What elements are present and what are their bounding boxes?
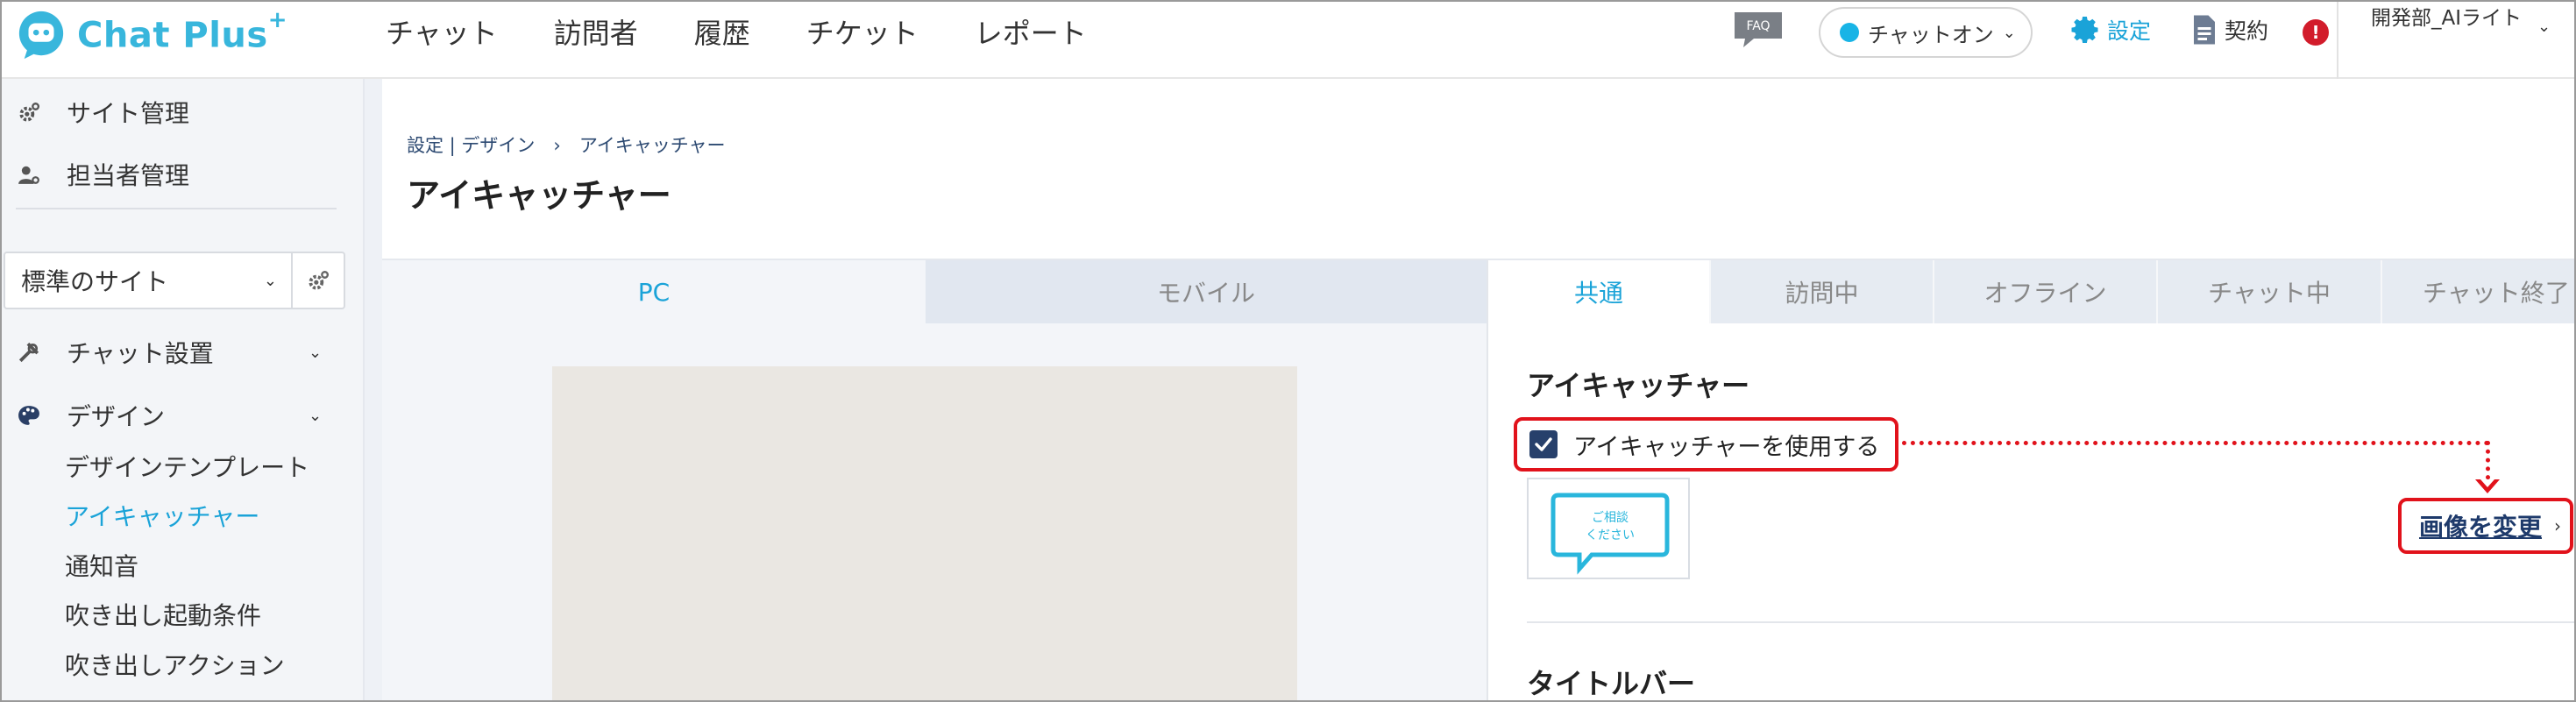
chevron-down-icon: ⌄: [309, 343, 323, 362]
nav-history[interactable]: 履歴: [694, 11, 750, 52]
alert-icon[interactable]: !: [2303, 19, 2329, 46]
sidebar-item-bubble-action[interactable]: 吹き出しアクション: [65, 647, 285, 682]
site-preview-canvas: [552, 366, 1297, 702]
sidebar-item-label: サイト管理: [67, 99, 190, 128]
header-settings-link[interactable]: 設定: [2070, 14, 2151, 46]
sidebar-group-label: チャット設置: [67, 339, 214, 368]
chat-plus-logo-icon: [18, 11, 64, 60]
eyecatcher-image-thumbnail: ご相談 ください: [1527, 478, 1690, 579]
header-settings-label: 設定: [2107, 18, 2152, 44]
nav-tickets[interactable]: チケット: [806, 11, 919, 52]
breadcrumb[interactable]: 設定 | デザイン › アイキャッチャー: [407, 131, 726, 158]
chevron-down-icon: ⌄: [2002, 23, 2016, 42]
tab-chat-ended[interactable]: チャット終了: [2382, 260, 2576, 323]
tools-icon: [18, 342, 39, 363]
sidebar-scrollbar[interactable]: [363, 79, 382, 702]
sidebar-item-label: 担当者管理: [67, 161, 190, 190]
palette-icon: [18, 406, 39, 425]
section-divider: [1527, 621, 2576, 623]
tab-common[interactable]: 共通: [1488, 260, 1711, 323]
faq-icon[interactable]: FAQ: [1733, 11, 1784, 49]
sidebar-group-label: デザイン: [67, 402, 166, 431]
svg-text:FAQ: FAQ: [1746, 19, 1770, 33]
change-image-button[interactable]: 画像を変更 ›: [2398, 498, 2573, 554]
chevron-down-icon: ⌄: [309, 406, 323, 425]
user-account-menu[interactable]: 開発部_AIライト: [2371, 4, 2546, 33]
document-icon: [2194, 15, 2215, 45]
eyecatcher-section-heading: アイキャッチャー: [1527, 369, 1750, 402]
gear-icon: [19, 103, 40, 122]
sidebar-item-site-management[interactable]: サイト管理: [0, 88, 363, 137]
panel-divider: [1487, 260, 1488, 702]
tab-visiting[interactable]: 訪問中: [1711, 260, 1934, 323]
header-contract-link[interactable]: 契約: [2191, 14, 2268, 46]
nav-visitors[interactable]: 訪問者: [554, 11, 638, 52]
status-online-dot: [1840, 23, 1859, 42]
sidebar-item-design-template[interactable]: デザインテンプレート: [65, 449, 309, 484]
page-title: アイキャッチャー: [407, 176, 671, 215]
titlebar-section-heading: タイトルバー: [1527, 667, 1696, 700]
speech-bubble-icon: ご相談 ください: [1551, 493, 1670, 575]
sidebar-group-chat-setup[interactable]: チャット設置 ⌄: [0, 328, 363, 377]
chat-status-label: チャットオン: [1868, 22, 1994, 47]
app-name: Chat Plus+: [77, 7, 287, 56]
site-settings-button[interactable]: [293, 252, 345, 309]
gear-icon: [309, 271, 330, 290]
tab-chatting[interactable]: チャット中: [2158, 260, 2382, 323]
use-eyecatcher-checkbox-row[interactable]: アイキャッチャーを使用する: [1514, 417, 1898, 472]
nav-reports[interactable]: レポート: [975, 11, 1087, 52]
tab-mobile[interactable]: モバイル: [926, 260, 1487, 323]
tab-offline[interactable]: オフライン: [1934, 260, 2158, 323]
chevron-right-icon: ›: [2554, 515, 2562, 536]
app-logo[interactable]: Chat Plus+: [16, 7, 287, 63]
site-select-value: 標準のサイト: [21, 267, 169, 296]
tab-pc[interactable]: PC: [382, 260, 926, 323]
change-image-label: 画像を変更: [2419, 513, 2543, 542]
header-divider: [2337, 0, 2338, 79]
svg-text:ください: ください: [1586, 528, 1635, 542]
nav-chat[interactable]: チャット: [386, 11, 498, 52]
chat-status-dropdown[interactable]: チャットオン ⌄: [1819, 7, 2033, 58]
svg-text:ご相談: ご相談: [1592, 511, 1629, 525]
sidebar-item-eyecatcher[interactable]: アイキャッチャー: [65, 498, 259, 533]
top-header: Chat Plus+ チャット 訪問者 履歴 チケット レポート FAQ チャッ…: [0, 0, 2576, 79]
sidebar-group-design[interactable]: デザイン ⌄: [0, 391, 363, 440]
gear-icon: [2071, 17, 2098, 43]
checkmark-icon: [1535, 437, 1552, 451]
sidebar-item-staff-management[interactable]: 担当者管理: [0, 150, 363, 199]
header-contract-label: 契約: [2225, 18, 2269, 44]
user-gear-icon: [18, 166, 39, 184]
sidebar-item-bubble-trigger[interactable]: 吹き出し起動条件: [65, 597, 261, 632]
sidebar-item-notification-sound[interactable]: 通知音: [65, 548, 138, 583]
use-eyecatcher-checkbox[interactable]: [1529, 430, 1558, 458]
chevron-down-icon: ⌄: [2537, 18, 2551, 36]
chevron-down-icon: ⌄: [263, 271, 277, 290]
use-eyecatcher-label: アイキャッチャーを使用する: [1573, 433, 1880, 461]
site-select-dropdown[interactable]: 標準のサイト ⌄: [4, 252, 293, 309]
top-nav: チャット 訪問者 履歴 チケット レポート: [386, 0, 1143, 63]
sidebar-divider: [16, 208, 337, 209]
annotation-dotted-line: [1902, 441, 2489, 445]
annotation-arrow-icon: [2480, 479, 2494, 487]
